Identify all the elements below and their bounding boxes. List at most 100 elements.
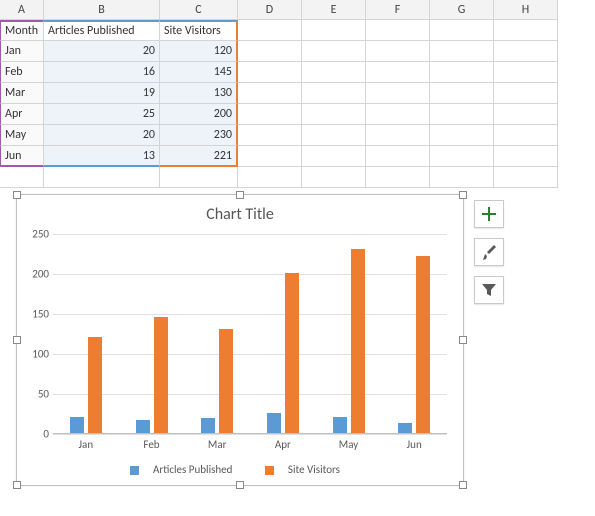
resize-handle[interactable] — [13, 191, 21, 199]
chart-filters-button[interactable] — [474, 276, 504, 304]
cell[interactable] — [366, 62, 430, 83]
bar[interactable] — [136, 420, 150, 433]
bar[interactable] — [70, 417, 84, 433]
resize-handle[interactable] — [13, 336, 21, 344]
cell[interactable] — [302, 146, 366, 167]
cell[interactable] — [366, 125, 430, 146]
col-header-H[interactable]: H — [494, 0, 558, 20]
cell-A5[interactable]: Apr — [0, 104, 44, 125]
cell[interactable] — [430, 20, 494, 41]
cell-B1[interactable]: Articles Published — [44, 20, 160, 41]
resize-handle[interactable] — [459, 336, 467, 344]
plot-area[interactable]: 050100150200250 — [53, 234, 447, 434]
bar[interactable] — [285, 273, 299, 433]
cell[interactable] — [302, 125, 366, 146]
cell[interactable] — [494, 41, 558, 62]
cell-B4[interactable]: 19 — [44, 83, 160, 104]
chart-title[interactable]: Chart Title — [17, 195, 463, 230]
cell[interactable] — [238, 62, 302, 83]
legend-item[interactable]: Articles Published — [130, 463, 242, 476]
cell-A4[interactable]: Mar — [0, 83, 44, 104]
col-header-E[interactable]: E — [302, 0, 366, 20]
resize-handle[interactable] — [459, 481, 467, 489]
cell[interactable] — [366, 146, 430, 167]
bar[interactable] — [88, 337, 102, 433]
bar[interactable] — [219, 329, 233, 433]
cell[interactable] — [366, 104, 430, 125]
cell[interactable] — [366, 41, 430, 62]
cell[interactable] — [238, 104, 302, 125]
cell[interactable] — [302, 20, 366, 41]
cell[interactable] — [366, 83, 430, 104]
cell[interactable] — [238, 83, 302, 104]
cell[interactable] — [430, 167, 494, 188]
embedded-chart[interactable]: Chart Title 050100150200250 JanFebMarApr… — [16, 194, 464, 486]
cell[interactable] — [494, 83, 558, 104]
bar[interactable] — [154, 317, 168, 433]
cell-A2[interactable]: Jan — [0, 41, 44, 62]
resize-handle[interactable] — [13, 481, 21, 489]
cell[interactable] — [366, 20, 430, 41]
cell[interactable] — [366, 167, 430, 188]
col-header-D[interactable]: D — [238, 0, 302, 20]
cell-C2[interactable]: 120 — [160, 41, 238, 62]
cell-B7[interactable]: 13 — [44, 146, 160, 167]
cell[interactable] — [302, 83, 366, 104]
bar[interactable] — [416, 256, 430, 433]
cell[interactable] — [238, 125, 302, 146]
cell-B5[interactable]: 25 — [44, 104, 160, 125]
bar[interactable] — [398, 423, 412, 433]
cell-A3[interactable]: Feb — [0, 62, 44, 83]
cell[interactable] — [160, 167, 238, 188]
cell[interactable] — [238, 41, 302, 62]
cell-A1[interactable]: Month — [0, 20, 44, 41]
cell-B2[interactable]: 20 — [44, 41, 160, 62]
cell[interactable] — [494, 167, 558, 188]
cell[interactable] — [494, 146, 558, 167]
cell[interactable] — [494, 62, 558, 83]
chart-styles-button[interactable] — [474, 238, 504, 266]
cell[interactable] — [494, 104, 558, 125]
col-header-F[interactable]: F — [366, 0, 430, 20]
cell[interactable] — [238, 167, 302, 188]
cell[interactable] — [302, 62, 366, 83]
cell-B6[interactable]: 20 — [44, 125, 160, 146]
bar[interactable] — [201, 418, 215, 433]
resize-handle[interactable] — [236, 191, 244, 199]
cell-A7[interactable]: Jun — [0, 146, 44, 167]
cell-C6[interactable]: 230 — [160, 125, 238, 146]
cell[interactable] — [44, 167, 160, 188]
cell-C3[interactable]: 145 — [160, 62, 238, 83]
cell-C7[interactable]: 221 — [160, 146, 238, 167]
spreadsheet-grid[interactable]: A B C D E F G H Month Articles Published… — [0, 0, 595, 188]
cell[interactable] — [430, 62, 494, 83]
cell[interactable] — [238, 20, 302, 41]
cell[interactable] — [0, 167, 44, 188]
col-header-A[interactable]: A — [0, 0, 44, 20]
cell[interactable] — [302, 41, 366, 62]
col-header-G[interactable]: G — [430, 0, 494, 20]
bar[interactable] — [267, 413, 281, 433]
cell[interactable] — [494, 20, 558, 41]
chart-legend[interactable]: Articles Published Site Visitors — [17, 463, 463, 476]
bar[interactable] — [351, 249, 365, 433]
resize-handle[interactable] — [236, 481, 244, 489]
cell-C4[interactable]: 130 — [160, 83, 238, 104]
cell-B3[interactable]: 16 — [44, 62, 160, 83]
col-header-B[interactable]: B — [44, 0, 160, 20]
cell-C1[interactable]: Site Visitors — [160, 20, 238, 41]
resize-handle[interactable] — [459, 191, 467, 199]
chart-elements-button[interactable] — [474, 200, 504, 228]
cell[interactable] — [302, 167, 366, 188]
cell[interactable] — [494, 125, 558, 146]
cell[interactable] — [238, 146, 302, 167]
cell-A6[interactable]: May — [0, 125, 44, 146]
legend-item[interactable]: Site Visitors — [265, 463, 350, 476]
cell[interactable] — [430, 125, 494, 146]
col-header-C[interactable]: C — [160, 0, 238, 20]
cell-C5[interactable]: 200 — [160, 104, 238, 125]
cell[interactable] — [430, 104, 494, 125]
bar[interactable] — [333, 417, 347, 433]
cell[interactable] — [430, 83, 494, 104]
cell[interactable] — [302, 104, 366, 125]
